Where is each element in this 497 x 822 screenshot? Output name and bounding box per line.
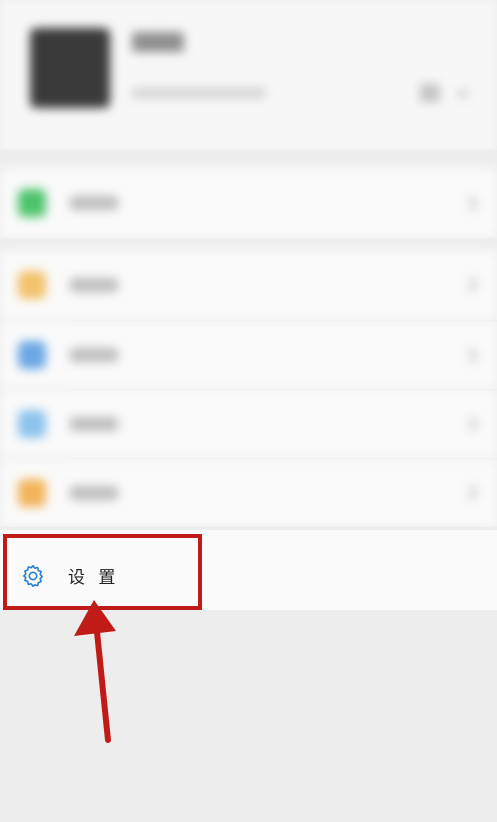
menu-label-placeholder (70, 486, 118, 500)
nickname-placeholder (132, 32, 184, 52)
menu-label-placeholder (70, 417, 118, 431)
section-gap (0, 238, 497, 250)
qr-code-icon[interactable] (420, 84, 440, 102)
chevron-right-icon (469, 196, 477, 210)
album-icon (18, 341, 46, 369)
menu-label-placeholder (70, 278, 118, 292)
menu-label-placeholder (70, 348, 118, 362)
emoji-icon (18, 479, 46, 507)
menu-row-favorites[interactable] (0, 250, 497, 320)
avatar[interactable] (30, 28, 110, 108)
chevron-right-icon (469, 278, 477, 292)
menu-row-emoji[interactable] (0, 459, 497, 527)
cards-icon (18, 410, 46, 438)
chevron-right-icon (458, 90, 468, 98)
highlight-box (3, 534, 202, 610)
account-id-placeholder (132, 88, 266, 98)
chevron-right-icon (469, 486, 477, 500)
menu-label-placeholder (70, 196, 118, 210)
menu-row-pay[interactable] (0, 168, 497, 238)
menu-row-cards[interactable] (0, 390, 497, 458)
section-gap (0, 150, 497, 168)
chevron-right-icon (469, 417, 477, 431)
chevron-right-icon (469, 348, 477, 362)
profile-header[interactable] (0, 0, 497, 150)
favorites-icon (18, 271, 46, 299)
wallet-icon (18, 189, 46, 217)
menu-row-album[interactable] (0, 321, 497, 389)
